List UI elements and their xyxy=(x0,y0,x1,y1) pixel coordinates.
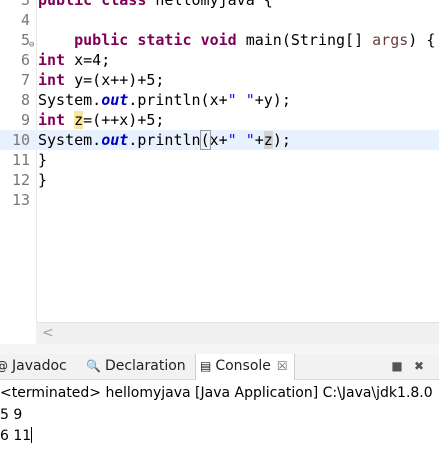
code-token: int xyxy=(38,71,75,89)
code-text: public static void main(String[] args) { xyxy=(38,30,435,50)
code-token: int xyxy=(38,51,75,69)
console-output-line: 5 9 xyxy=(0,407,23,423)
tab-label: Javadoc xyxy=(12,358,67,374)
code-token: ); xyxy=(272,131,291,149)
line-number: 9 xyxy=(20,111,30,129)
code-text: System.out.println(x+" "+z); xyxy=(38,130,291,150)
code-token: +y); xyxy=(254,91,291,109)
code-token: z xyxy=(74,111,84,129)
code-token: hellomyjava { xyxy=(155,0,273,9)
code-token: .println xyxy=(128,131,201,149)
code-token: =(++x)+5; xyxy=(83,111,165,129)
code-token: x+ xyxy=(209,131,228,149)
code-token: " " xyxy=(227,131,255,149)
terminate-icon[interactable]: ■ xyxy=(389,358,405,374)
view-separator xyxy=(0,344,439,354)
javadoc-icon: @ xyxy=(0,354,8,379)
console-output-text: 6 11 xyxy=(0,428,32,444)
line-number: 12 xyxy=(11,171,30,189)
code-token: class xyxy=(101,0,156,9)
view-tab-bar: @Javadoc 🔍Declaration ▤Console ☒ ■ ✖ xyxy=(0,354,439,380)
code-token: y=(x++)+5; xyxy=(74,71,165,89)
line-number: 6 xyxy=(20,51,30,69)
scroll-left-arrow[interactable]: < xyxy=(42,325,54,341)
code-token: ) { xyxy=(408,31,436,49)
code-text: public class hellomyjava { xyxy=(38,0,273,10)
code-line[interactable]: 9 int z=(++x)+5; xyxy=(0,110,439,130)
line-number: 3 xyxy=(20,0,30,9)
code-text: } xyxy=(38,150,47,170)
code-line[interactable]: 10 System.out.println(x+" "+z); xyxy=(0,130,439,150)
code-token: ( xyxy=(199,130,211,150)
tab-label: Declaration xyxy=(104,358,186,374)
tab-console[interactable]: ▤ Console ☒ xyxy=(195,354,295,380)
code-line[interactable]: 8 System.out.println(x+" "+y); xyxy=(0,90,439,110)
code-text: int z=(++x)+5; xyxy=(38,110,164,130)
code-token: public xyxy=(74,31,138,49)
tab-label: Console xyxy=(215,358,271,374)
code-text: System.out.println(x+" "+y); xyxy=(38,90,291,110)
code-line[interactable]: 7 int y=(x++)+5; xyxy=(0,70,439,90)
console-output-line: 6 11 xyxy=(0,426,33,446)
remove-launch-icon[interactable]: ✖ xyxy=(411,358,427,374)
code-token: static xyxy=(137,31,201,49)
code-token: System. xyxy=(38,131,102,149)
code-token: } xyxy=(38,171,48,189)
code-token: int xyxy=(38,111,75,129)
code-line[interactable]: 13 xyxy=(0,190,439,210)
code-line[interactable]: 4 xyxy=(0,10,439,30)
code-token: + xyxy=(254,131,264,149)
code-token: out xyxy=(101,91,129,109)
console-icon: ▤ xyxy=(200,359,212,373)
line-number: 13 xyxy=(11,191,30,209)
code-token: z xyxy=(263,131,273,149)
declaration-icon: 🔍 xyxy=(86,359,101,373)
line-number: 7 xyxy=(20,71,30,89)
console-view[interactable]: <terminated> hellomyjava [Java Applicati… xyxy=(0,380,439,459)
line-number: 10 xyxy=(11,131,30,149)
line-number: 11 xyxy=(11,151,30,169)
tab-javadoc[interactable]: @Javadoc xyxy=(0,354,67,379)
code-token: out xyxy=(101,131,129,149)
code-line[interactable]: 12} xyxy=(0,170,439,190)
code-token: public xyxy=(38,0,102,9)
console-header: <terminated> hellomyjava [Java Applicati… xyxy=(0,385,433,401)
code-token: x=4; xyxy=(74,51,111,69)
line-number: 4 xyxy=(20,11,30,29)
line-number: 5 xyxy=(20,31,30,49)
code-line[interactable]: 6 int x=4; xyxy=(0,50,439,70)
code-text: int y=(x++)+5; xyxy=(38,70,164,90)
code-editor[interactable]: 3 public class hellomyjava { 4 5 ⊖ public st… xyxy=(0,0,439,322)
close-icon[interactable]: ☒ xyxy=(277,359,288,373)
text-caret xyxy=(31,427,33,443)
code-line[interactable]: 11} xyxy=(0,150,439,170)
line-number: 8 xyxy=(20,91,30,109)
code-token: args xyxy=(372,31,409,49)
code-text: int x=4; xyxy=(38,50,110,70)
code-line[interactable]: 3 public class hellomyjava { xyxy=(0,0,439,10)
code-token: void xyxy=(200,31,246,49)
code-token: " " xyxy=(227,91,255,109)
code-token: .println(x+ xyxy=(128,91,228,109)
horizontal-scrollbar[interactable]: < xyxy=(36,322,439,345)
code-token: System. xyxy=(38,91,102,109)
code-token: } xyxy=(38,151,48,169)
tab-declaration[interactable]: 🔍 Declaration xyxy=(86,354,186,379)
code-line[interactable]: 5 ⊖ public static void main(String[] args… xyxy=(0,30,439,50)
code-text: } xyxy=(38,170,47,190)
code-token: main(String[] xyxy=(245,31,373,49)
